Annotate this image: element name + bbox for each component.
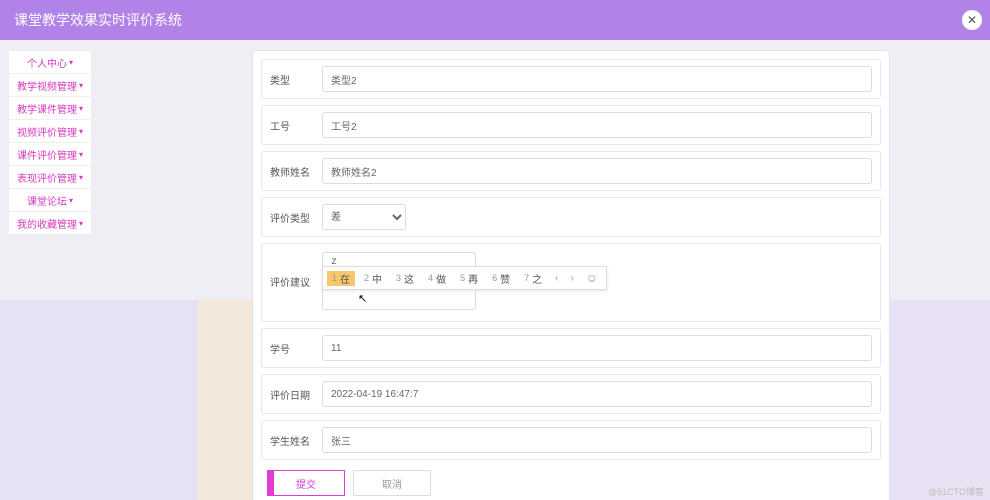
input-type[interactable] xyxy=(322,66,872,92)
ime-candidate[interactable]: 5再 xyxy=(455,271,483,286)
row-suggest: 评价建议 z 1在 2中 3这 4做 5再 6赞 7之 ‹ › ☺ xyxy=(261,243,881,322)
sidebar-item-courseware-mgmt[interactable]: 教学课件管理▾ xyxy=(8,96,92,120)
sidebar-item-performance-eval[interactable]: 表现评价管理▾ xyxy=(8,165,92,189)
label-teacher: 教师姓名 xyxy=(270,164,322,179)
chevron-down-icon: ▾ xyxy=(69,58,73,67)
sidebar: 个人中心▾ 教学视频管理▾ 教学课件管理▾ 视频评价管理▾ 课件评价管理▾ 表现… xyxy=(8,50,92,500)
cancel-button[interactable]: 取消 xyxy=(353,470,431,496)
row-evaltype: 评价类型 差 xyxy=(261,197,881,237)
label-date: 评价日期 xyxy=(270,387,322,402)
input-date[interactable] xyxy=(322,381,872,407)
row-jobno: 工号 xyxy=(261,105,881,145)
ime-emoji-icon[interactable]: ☺ xyxy=(582,271,602,285)
app-title: 课堂教学效果实时评价系统 xyxy=(14,10,182,30)
watermark: @51CTO博客 xyxy=(928,485,984,498)
ime-candidate[interactable]: 4做 xyxy=(423,271,451,286)
app-header: 课堂教学效果实时评价系统 ✕ xyxy=(0,0,990,40)
sidebar-item-courseware-eval[interactable]: 课件评价管理▾ xyxy=(8,142,92,166)
main-content: 类型 工号 教师姓名 评价类型 差 评价建议 z xyxy=(252,50,890,490)
label-evaltype: 评价类型 xyxy=(270,210,322,225)
label-jobno: 工号 xyxy=(270,118,322,133)
chevron-down-icon: ▾ xyxy=(79,173,83,182)
chevron-down-icon: ▾ xyxy=(79,150,83,159)
chevron-down-icon: ▾ xyxy=(79,81,83,90)
label-suggest: 评价建议 xyxy=(270,252,322,289)
row-stuname: 学生姓名 xyxy=(261,420,881,460)
input-stuname[interactable] xyxy=(322,427,872,453)
row-date: 评价日期 xyxy=(261,374,881,414)
ime-candidate[interactable]: 2中 xyxy=(359,271,387,286)
input-teacher[interactable] xyxy=(322,158,872,184)
ime-prev-icon[interactable]: ‹ xyxy=(551,273,562,284)
chevron-down-icon: ▾ xyxy=(79,104,83,113)
sidebar-item-video-eval[interactable]: 视频评价管理▾ xyxy=(8,119,92,143)
input-stuno[interactable] xyxy=(322,335,872,361)
ime-next-icon[interactable]: › xyxy=(566,273,577,284)
label-type: 类型 xyxy=(270,72,322,87)
ime-candidate[interactable]: 7之 xyxy=(519,271,547,286)
sidebar-item-video-mgmt[interactable]: 教学视频管理▾ xyxy=(8,73,92,97)
ime-candidate-bar: 1在 2中 3这 4做 5再 6赞 7之 ‹ › ☺ xyxy=(322,266,607,290)
close-icon[interactable]: ✕ xyxy=(962,10,982,30)
row-type: 类型 xyxy=(261,59,881,99)
row-stuno: 学号 xyxy=(261,328,881,368)
chevron-down-icon: ▾ xyxy=(79,219,83,228)
sidebar-item-forum[interactable]: 课堂论坛▾ xyxy=(8,188,92,212)
sidebar-item-profile[interactable]: 个人中心▾ xyxy=(8,50,92,74)
label-stuno: 学号 xyxy=(270,341,322,356)
input-jobno[interactable] xyxy=(322,112,872,138)
cursor-icon: ↖ xyxy=(358,292,367,305)
label-stuname: 学生姓名 xyxy=(270,433,322,448)
submit-button[interactable]: 提交 xyxy=(267,470,345,496)
chevron-down-icon: ▾ xyxy=(69,196,73,205)
row-teacher: 教师姓名 xyxy=(261,151,881,191)
ime-candidate[interactable]: 1在 xyxy=(327,271,355,286)
ime-candidate[interactable]: 6赞 xyxy=(487,271,515,286)
select-evaltype[interactable]: 差 xyxy=(322,204,406,230)
ime-candidate[interactable]: 3这 xyxy=(391,271,419,286)
chevron-down-icon: ▾ xyxy=(79,127,83,136)
form-panel: 类型 工号 教师姓名 评价类型 差 评价建议 z xyxy=(252,50,890,500)
sidebar-item-favorites[interactable]: 我的收藏管理▾ xyxy=(8,211,92,235)
button-row: 提交 取消 xyxy=(261,466,881,496)
